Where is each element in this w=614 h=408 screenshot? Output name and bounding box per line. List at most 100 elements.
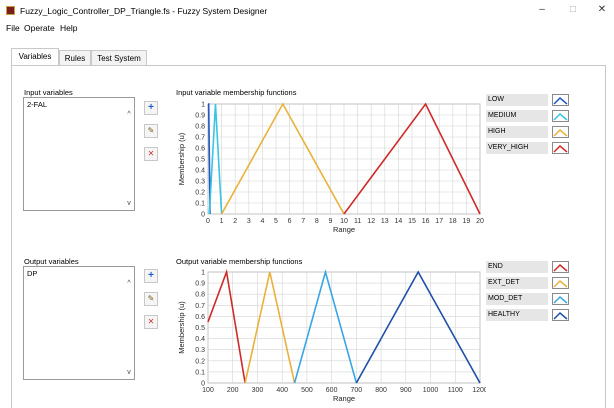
x-tick-label: 15 xyxy=(408,218,416,225)
menu-operate[interactable]: Operate xyxy=(24,23,55,33)
edit-output-variable-button[interactable]: ✎ xyxy=(144,292,158,306)
menu-file[interactable]: File xyxy=(6,23,20,33)
x-tick-label: 1000 xyxy=(423,387,439,394)
output-variables-list[interactable]: DP ^ v xyxy=(23,266,135,380)
legend-swatch-high[interactable] xyxy=(552,126,569,138)
y-tick-label: 0.8 xyxy=(195,124,205,131)
delete-output-variable-button[interactable]: ✕ xyxy=(144,315,158,329)
x-tick-label: 5 xyxy=(274,218,278,225)
legend-label: EXT_DET xyxy=(486,277,548,289)
input-variables-label: Input variables xyxy=(24,88,73,97)
legend-swatch-medium[interactable] xyxy=(552,110,569,122)
x-tick-label: 2 xyxy=(233,218,237,225)
y-tick-label: 0.5 xyxy=(195,157,205,164)
x-tick-label: 700 xyxy=(351,387,363,394)
x-tick-label: 800 xyxy=(375,387,387,394)
y-tick-label: 0.6 xyxy=(195,314,205,321)
tab-variables[interactable]: Variables xyxy=(11,48,59,66)
y-tick-label: 0.9 xyxy=(195,113,205,120)
x-axis-label: Range xyxy=(333,394,355,403)
y-tick-label: 1 xyxy=(201,102,205,109)
title-bar: Fuzzy_Logic_Controller_DP_Triangle.fs - … xyxy=(0,0,614,22)
x-tick-label: 7 xyxy=(301,218,305,225)
delete-input-variable-button[interactable]: ✕ xyxy=(144,147,158,161)
legend-swatch-ext-det[interactable] xyxy=(552,277,569,289)
y-tick-label: 0.6 xyxy=(195,146,205,153)
list-item[interactable]: 2-FAL xyxy=(27,100,47,109)
close-button[interactable]: ✕ xyxy=(592,2,612,18)
x-tick-label: 12 xyxy=(367,218,375,225)
x-tick-label: 1200 xyxy=(472,387,486,394)
legend-swatch-mod-det[interactable] xyxy=(552,293,569,305)
y-tick-label: 0.3 xyxy=(195,179,205,186)
x-tick-label: 20 xyxy=(476,218,484,225)
legend-label: VERY_HIGH xyxy=(486,142,548,154)
y-tick-label: 0.9 xyxy=(195,281,205,288)
x-tick-label: 11 xyxy=(354,218,361,225)
x-axis-label: Range xyxy=(333,225,355,234)
tab-rules[interactable]: Rules xyxy=(59,50,91,65)
output-membership-chart: 100 200 300 400 500 600 700 800 900 1000 1100 1200 0… xyxy=(177,268,486,403)
x-tick-label: 17 xyxy=(435,218,443,225)
legend-label: END xyxy=(486,261,548,273)
legend-label: HIGH xyxy=(486,126,548,138)
add-output-variable-button[interactable]: + xyxy=(144,269,158,283)
x-tick-label: 6 xyxy=(288,218,292,225)
y-tick-label: 0.4 xyxy=(195,168,205,175)
scroll-up-icon[interactable]: ^ xyxy=(124,279,134,289)
y-tick-label: 0 xyxy=(201,212,205,219)
y-tick-label: 0 xyxy=(201,381,205,388)
legend-swatch-end[interactable] xyxy=(552,261,569,273)
scroll-up-icon[interactable]: ^ xyxy=(124,110,134,120)
x-tick-label: 8 xyxy=(315,218,319,225)
output-variables-label: Output variables xyxy=(24,257,79,266)
x-tick-label: 1100 xyxy=(448,387,463,394)
scroll-down-icon[interactable]: v xyxy=(124,199,134,209)
x-tick-label: 9 xyxy=(328,218,332,225)
x-tick-label: 16 xyxy=(422,218,430,225)
window-title: Fuzzy_Logic_Controller_DP_Triangle.fs - … xyxy=(20,6,268,16)
list-item[interactable]: DP xyxy=(27,269,37,278)
x-tick-label: 600 xyxy=(326,387,338,394)
y-tick-label: 0.1 xyxy=(195,369,205,376)
menu-help[interactable]: Help xyxy=(60,23,77,33)
y-tick-label: 0.8 xyxy=(195,292,205,299)
menu-bar: File Operate Help xyxy=(0,22,614,36)
x-tick-label: 400 xyxy=(276,387,288,394)
y-tick-label: 1 xyxy=(201,270,205,277)
app-icon xyxy=(6,6,15,15)
y-tick-label: 0.5 xyxy=(195,325,205,332)
x-tick-label: 14 xyxy=(395,218,403,225)
y-tick-label: 0.2 xyxy=(195,358,205,365)
y-axis-label: Membership (u) xyxy=(177,301,186,354)
x-tick-label: 100 xyxy=(202,387,214,394)
scroll-down-icon[interactable]: v xyxy=(124,368,134,378)
x-tick-label: 4 xyxy=(260,218,264,225)
y-tick-label: 0.4 xyxy=(195,336,205,343)
y-axis-label: Membership (u) xyxy=(177,132,186,185)
edit-input-variable-button[interactable]: ✎ xyxy=(144,124,158,138)
x-tick-label: 900 xyxy=(400,387,412,394)
x-tick-label: 18 xyxy=(449,218,457,225)
x-tick-label: 500 xyxy=(301,387,313,394)
x-tick-label: 10 xyxy=(340,218,348,225)
add-input-variable-button[interactable]: + xyxy=(144,101,158,115)
legend-swatch-very-high[interactable] xyxy=(552,142,569,154)
y-tick-label: 0.3 xyxy=(195,347,205,354)
y-tick-label: 0.7 xyxy=(195,303,205,310)
y-tick-label: 0.2 xyxy=(195,190,205,197)
x-tick-label: 1 xyxy=(220,218,224,225)
tab-test-system[interactable]: Test System xyxy=(91,50,147,65)
legend-label: MEDIUM xyxy=(486,110,548,122)
y-tick-label: 0.7 xyxy=(195,135,205,142)
legend-swatch-healthy[interactable] xyxy=(552,309,569,321)
x-tick-label: 0 xyxy=(206,218,210,225)
input-variables-list[interactable]: 2-FAL ^ v xyxy=(23,97,135,211)
legend-swatch-low[interactable] xyxy=(552,94,569,106)
y-tick-label: 0.1 xyxy=(195,201,205,208)
x-tick-label: 300 xyxy=(252,387,264,394)
input-membership-chart: 0 1 2 3 4 5 6 7 8 9 10 11 12 13 14 15 16 17 18 19 2000.10.20… xyxy=(177,102,484,235)
legend-label: LOW xyxy=(486,94,548,106)
maximize-button[interactable]: □ xyxy=(563,2,583,18)
minimize-button[interactable]: – xyxy=(532,2,552,18)
